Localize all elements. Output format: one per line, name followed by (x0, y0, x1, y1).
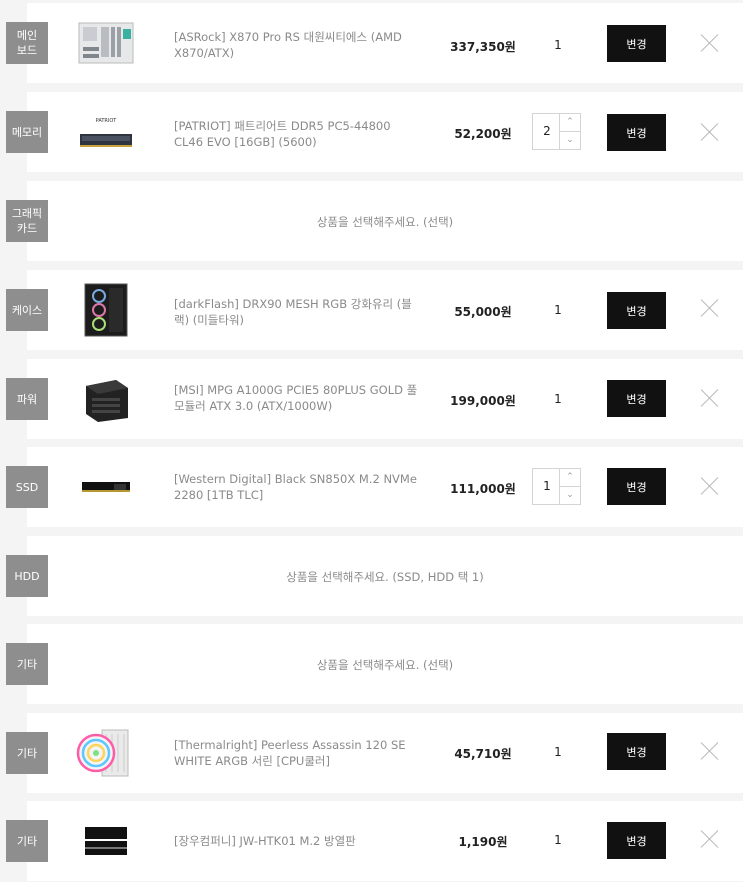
svg-text:PATRIOT: PATRIOT (96, 118, 118, 124)
product-price: 45,710원 (454, 747, 512, 761)
remove-icon[interactable] (700, 476, 720, 496)
change-button[interactable]: 변경 (607, 380, 666, 417)
product-name[interactable]: [darkFlash] DRX90 MESH RGB 강화유리 (블랙) (미들… (174, 296, 419, 328)
category-label: SSD (6, 466, 48, 508)
parts-row-memory: 메모리 PATRIOT [PATRIOT] 패트리어트 DDR5 PC5-448… (0, 92, 743, 172)
product-name[interactable]: [Thermalright] Peerless Assassin 120 SE … (174, 737, 419, 769)
quantity-stepper[interactable]: 1 ⌃ ⌄ (532, 468, 581, 505)
product-price: 52,200원 (454, 127, 512, 141)
product-name[interactable]: [장우컴퍼니] JW-HTK01 M.2 방열판 (174, 833, 419, 849)
psu-image[interactable] (75, 374, 137, 424)
product-price: 199,000원 (450, 394, 516, 408)
category-label: 메인 보드 (6, 22, 48, 64)
quantity-value: 1 (554, 833, 562, 847)
change-button[interactable]: 변경 (607, 468, 666, 505)
quantity-value: 1 (554, 38, 562, 52)
change-button[interactable]: 변경 (607, 733, 666, 770)
quantity-stepper[interactable]: 2 ⌃ ⌄ (532, 113, 581, 150)
chevron-down-icon[interactable]: ⌄ (560, 132, 580, 149)
quantity-value[interactable]: 2 (533, 114, 561, 149)
product-name[interactable]: [PATRIOT] 패트리어트 DDR5 PC5-44800 CL46 EVO … (174, 118, 419, 150)
cooler-image[interactable] (75, 728, 137, 778)
memory-image[interactable]: PATRIOT (75, 107, 137, 157)
parts-row-hdd: HDD 상품을 선택해주세요. (SSD, HDD 택 1) (0, 536, 743, 616)
remove-icon[interactable] (700, 298, 720, 318)
remove-icon[interactable] (700, 741, 720, 761)
change-button[interactable]: 변경 (607, 114, 666, 151)
parts-row-mainboard: 메인 보드 [ASRock] X870 Pro RS 대원씨티에스 (AMD X… (0, 3, 743, 83)
quantity-value: 1 (554, 303, 562, 317)
stepper-arrows: ⌃ ⌄ (559, 469, 580, 504)
chevron-up-icon[interactable]: ⌃ (560, 469, 580, 487)
chevron-up-icon[interactable]: ⌃ (560, 114, 580, 132)
category-label: 케이스 (6, 289, 48, 331)
category-label: 메모리 (6, 111, 48, 153)
select-product-prompt[interactable]: 상품을 선택해주세요. (선택) (27, 214, 743, 230)
parts-row-graphics: 그래픽 카드 상품을 선택해주세요. (선택) (0, 181, 743, 261)
case-image[interactable] (75, 283, 137, 337)
change-button[interactable]: 변경 (607, 292, 666, 329)
category-label: 기타 (6, 820, 48, 862)
parts-row-other-2: 기타 [Thermalright] Peerless Assassin 120 … (0, 713, 743, 793)
quantity-value[interactable]: 1 (533, 469, 561, 504)
quantity-value: 1 (554, 745, 562, 759)
product-name[interactable]: [ASRock] X870 Pro RS 대원씨티에스 (AMD X870/AT… (174, 29, 419, 61)
ssd-image[interactable] (75, 462, 137, 512)
change-button[interactable]: 변경 (607, 25, 666, 62)
parts-row-ssd: SSD [Western Digital] Black SN850X M.2 N… (0, 447, 743, 527)
category-label: 기타 (6, 732, 48, 774)
product-price: 1,190원 (458, 835, 508, 849)
category-label: 파워 (6, 378, 48, 420)
chevron-down-icon[interactable]: ⌄ (560, 487, 580, 504)
heatsink-image[interactable] (75, 816, 137, 866)
change-button[interactable]: 변경 (607, 822, 666, 859)
parts-row-other-1: 기타 상품을 선택해주세요. (선택) (0, 624, 743, 704)
remove-icon[interactable] (700, 388, 720, 408)
product-price: 337,350원 (450, 40, 516, 54)
quantity-value: 1 (554, 392, 562, 406)
product-name[interactable]: [MSI] MPG A1000G PCIE5 80PLUS GOLD 풀모듈러 … (174, 382, 419, 414)
product-price: 111,000원 (450, 482, 516, 496)
product-name[interactable]: [Western Digital] Black SN850X M.2 NVMe … (174, 471, 419, 503)
remove-icon[interactable] (700, 829, 720, 849)
parts-row-case: 케이스 [darkFlash] DRX90 MESH RGB 강화유리 (블랙)… (0, 270, 743, 350)
product-price: 55,000원 (454, 305, 512, 319)
remove-icon[interactable] (700, 122, 720, 142)
parts-row-other-3: 기타 [장우컴퍼니] JW-HTK01 M.2 방열판 1,190원 1 변경 (0, 801, 743, 881)
parts-row-power: 파워 [MSI] MPG A1000G PCIE5 80PLUS GOLD 풀모… (0, 359, 743, 439)
select-product-prompt[interactable]: 상품을 선택해주세요. (선택) (27, 657, 743, 673)
select-product-prompt[interactable]: 상품을 선택해주세요. (SSD, HDD 택 1) (27, 569, 743, 585)
motherboard-image[interactable] (75, 18, 137, 68)
stepper-arrows: ⌃ ⌄ (559, 114, 580, 149)
remove-icon[interactable] (700, 33, 720, 53)
